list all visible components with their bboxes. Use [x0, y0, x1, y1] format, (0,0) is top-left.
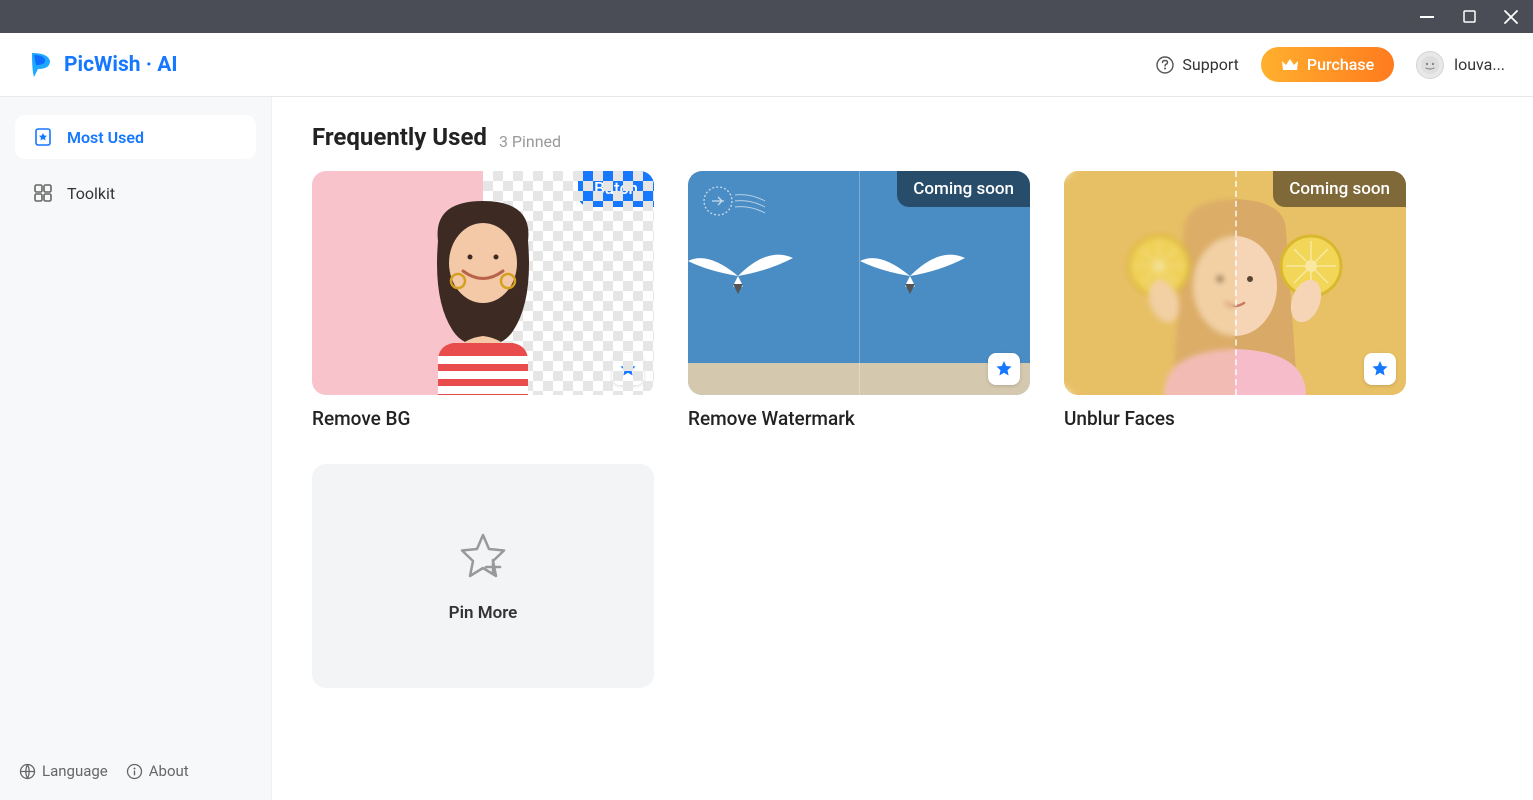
star-plus-icon: [455, 529, 511, 585]
pin-toggle[interactable]: [1364, 353, 1396, 385]
sidebar-item-most-used[interactable]: Most Used: [15, 115, 256, 159]
section-pinned-count: 3 Pinned: [499, 132, 561, 151]
support-link[interactable]: Support: [1155, 55, 1238, 75]
star-icon: [619, 360, 637, 378]
pin-more-label: Pin More: [449, 603, 518, 623]
close-button[interactable]: [1499, 5, 1523, 29]
info-icon: [126, 763, 143, 780]
purchase-label: Purchase: [1307, 55, 1374, 74]
section-heading: Frequently Used 3 Pinned: [312, 123, 1493, 151]
star-icon: [995, 360, 1013, 378]
crown-icon: [1281, 58, 1299, 72]
minimize-button[interactable]: [1415, 5, 1439, 29]
card-title: Remove Watermark: [688, 407, 1030, 430]
sidebar-item-toolkit[interactable]: Toolkit: [15, 171, 256, 215]
grid-icon: [33, 183, 53, 203]
card-badge: Batch: [578, 171, 654, 207]
card-title: Unblur Faces: [1064, 407, 1406, 430]
sidebar: Most Used Toolkit Language About: [0, 97, 272, 800]
avatar: [1416, 51, 1444, 79]
user-menu[interactable]: louva...: [1416, 51, 1505, 79]
card-image: Batch: [312, 171, 654, 395]
pin-toggle[interactable]: [988, 353, 1020, 385]
bookmark-icon: [33, 127, 53, 147]
tool-card-remove-watermark[interactable]: Coming soon Remove Watermark: [688, 171, 1030, 430]
logo-icon: [28, 51, 54, 79]
content-area: Frequently Used 3 Pinned: [272, 97, 1533, 800]
globe-icon: [19, 763, 36, 780]
star-icon: [1371, 360, 1389, 378]
window-title-bar: [0, 0, 1533, 33]
section-title: Frequently Used: [312, 123, 487, 151]
about-link[interactable]: About: [126, 762, 189, 780]
about-label: About: [149, 762, 189, 780]
pin-toggle[interactable]: [612, 353, 644, 385]
username: louva...: [1454, 55, 1505, 74]
tool-card-remove-bg[interactable]: Batch Remove BG: [312, 171, 654, 430]
brand-name: PicWish · AI: [64, 53, 178, 77]
language-label: Language: [42, 762, 108, 780]
card-badge: Coming soon: [897, 171, 1030, 207]
language-link[interactable]: Language: [19, 762, 108, 780]
card-image: Coming soon: [688, 171, 1030, 395]
support-icon: [1155, 55, 1175, 75]
card-title: Remove BG: [312, 407, 654, 430]
card-badge: Coming soon: [1273, 171, 1406, 207]
logo[interactable]: PicWish · AI: [28, 51, 178, 79]
sidebar-item-label: Toolkit: [67, 184, 115, 203]
person-illustration: [383, 171, 583, 395]
purchase-button[interactable]: Purchase: [1261, 47, 1394, 82]
card-image: Coming soon: [1064, 171, 1406, 395]
app-header: PicWish · AI Support Purchase louva...: [0, 33, 1533, 97]
sidebar-item-label: Most Used: [67, 128, 144, 147]
tool-card-unblur-faces[interactable]: Coming soon Unblur Faces: [1064, 171, 1406, 430]
maximize-button[interactable]: [1457, 5, 1481, 29]
support-label: Support: [1182, 55, 1238, 74]
pin-more-card[interactable]: Pin More: [312, 464, 654, 688]
